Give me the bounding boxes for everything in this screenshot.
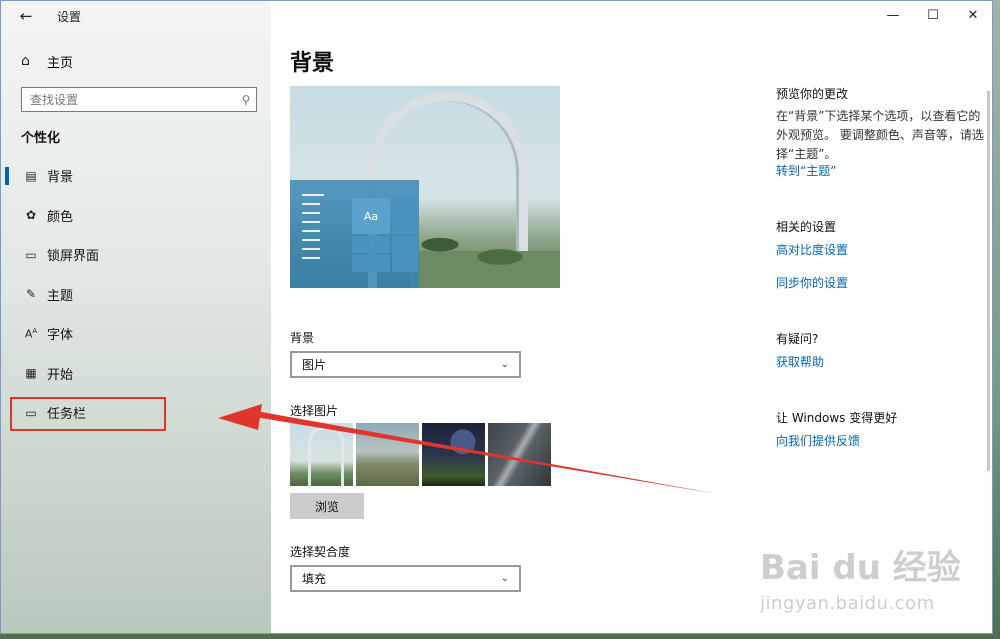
start-grid-icon: ▦ bbox=[25, 366, 37, 381]
section-title: 个性化 bbox=[21, 131, 61, 146]
preview-tile: Aa bbox=[352, 198, 390, 234]
sync-settings-link[interactable]: 同步你的设置 bbox=[776, 274, 848, 291]
preview-start-menu: Aa bbox=[290, 180, 419, 288]
search-input[interactable] bbox=[22, 89, 236, 110]
home-icon: ⌂ bbox=[21, 53, 30, 69]
get-help-link[interactable]: 获取帮助 bbox=[776, 353, 824, 370]
goto-theme-link[interactable]: 转到“主题” bbox=[776, 162, 836, 179]
sidebar-item-label: 开始 bbox=[47, 367, 74, 383]
sidebar-item-label: 背景 bbox=[47, 170, 74, 186]
preview-menu-lines bbox=[302, 194, 324, 266]
annotation-highlight-box bbox=[10, 397, 166, 431]
back-arrow-icon[interactable]: ← bbox=[1, 1, 51, 31]
sidebar-item-home[interactable]: ⌂ 主页 bbox=[1, 47, 271, 75]
minimize-button[interactable]: — bbox=[873, 1, 913, 29]
fit-dropdown-value: 填充 bbox=[302, 572, 327, 586]
sidebar-item-label: 字体 bbox=[47, 328, 74, 344]
main-content: — ☐ ✕ 背景 Aa 背景 图片 ⌄ 选择图片 浏览 选择契合度 填充 ⌄ 预… bbox=[271, 1, 992, 633]
palette-icon: ✿ bbox=[25, 208, 37, 223]
sidebar-item-themes[interactable]: ✎ 主题 bbox=[1, 275, 271, 315]
theme-brush-icon: ✎ bbox=[25, 287, 37, 302]
sidebar-item-label: 锁屏界面 bbox=[47, 249, 100, 265]
question-title: 有疑问? bbox=[776, 332, 819, 346]
scrollbar[interactable] bbox=[987, 91, 990, 471]
background-dropdown[interactable]: 图片 ⌄ bbox=[290, 351, 521, 378]
background-label: 背景 bbox=[290, 331, 315, 345]
preview-tiles bbox=[352, 198, 418, 272]
picture-thumbnails bbox=[290, 423, 551, 486]
picture-thumbnail[interactable] bbox=[356, 423, 419, 486]
picture-thumbnail[interactable] bbox=[488, 423, 551, 486]
sidebar-nav: ▤ 背景 ✿ 颜色 ▭ 锁屏界面 ✎ 主题 AA 字体 ▦ 开始 ▭ 任务栏 bbox=[1, 156, 271, 433]
search-icon[interactable]: ⚲ bbox=[236, 93, 256, 107]
sidebar-item-background[interactable]: ▤ 背景 bbox=[1, 156, 271, 196]
settings-window: ← 设置 ⌂ 主页 ⚲ 个性化 ▤ 背景 ✿ 颜色 ▭ 锁屏界面 bbox=[0, 0, 993, 634]
sidebar-item-lock-screen[interactable]: ▭ 锁屏界面 bbox=[1, 235, 271, 275]
lock-screen-icon: ▭ bbox=[25, 247, 37, 262]
sidebar-item-start[interactable]: ▦ 开始 bbox=[1, 354, 271, 394]
background-preview: Aa bbox=[290, 86, 560, 288]
sidebar-item-colors[interactable]: ✿ 颜色 bbox=[1, 196, 271, 236]
sidebar-item-label: 颜色 bbox=[47, 209, 74, 225]
background-dropdown-value: 图片 bbox=[302, 358, 327, 372]
fit-dropdown[interactable]: 填充 ⌄ bbox=[290, 565, 521, 592]
chevron-down-icon: ⌄ bbox=[500, 573, 509, 584]
sidebar-item-label: 主题 bbox=[47, 288, 74, 304]
picture-thumbnail[interactable] bbox=[290, 423, 353, 486]
picture-thumbnail[interactable] bbox=[422, 423, 485, 486]
close-button[interactable]: ✕ bbox=[953, 1, 992, 29]
preview-description: 在“背景”下选择某个选项，以查看它的外观预览。 要调整颜色、声音等，请选择“主题… bbox=[776, 109, 984, 161]
related-settings-title: 相关的设置 bbox=[776, 220, 837, 234]
chevron-down-icon: ⌄ bbox=[500, 359, 509, 370]
preview-title: 预览你的更改 bbox=[776, 87, 849, 101]
high-contrast-link[interactable]: 高对比度设置 bbox=[776, 241, 848, 258]
picture-icon: ▤ bbox=[25, 168, 37, 183]
sidebar-item-fonts[interactable]: AA 字体 bbox=[1, 314, 271, 354]
sidebar-item-label: 主页 bbox=[47, 55, 74, 71]
browse-button[interactable]: 浏览 bbox=[290, 493, 364, 519]
page-title: 背景 bbox=[290, 51, 335, 76]
sidebar: ← 设置 ⌂ 主页 ⚲ 个性化 ▤ 背景 ✿ 颜色 ▭ 锁屏界面 bbox=[1, 1, 271, 633]
trees-image bbox=[410, 226, 560, 288]
font-icon: AA bbox=[24, 326, 38, 341]
app-title: 设置 bbox=[57, 9, 82, 24]
titlebar: ← 设置 bbox=[1, 1, 271, 31]
window-controls: — ☐ ✕ bbox=[873, 1, 992, 29]
improve-title: 让 Windows 变得更好 bbox=[776, 411, 898, 425]
fit-label: 选择契合度 bbox=[290, 545, 351, 559]
feedback-link[interactable]: 向我们提供反馈 bbox=[776, 432, 860, 449]
maximize-button[interactable]: ☐ bbox=[913, 1, 953, 29]
choose-picture-label: 选择图片 bbox=[290, 404, 339, 418]
search-box[interactable]: ⚲ bbox=[21, 87, 257, 112]
